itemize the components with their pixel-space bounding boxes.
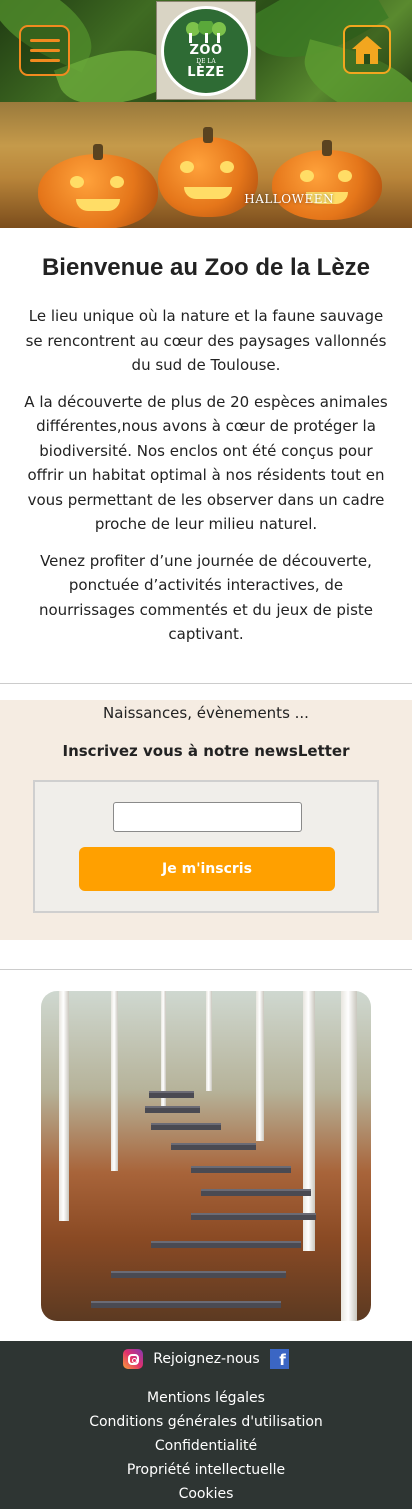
subscribe-button[interactable]: Je m'inscris (79, 847, 335, 891)
section-divider (0, 969, 412, 970)
pumpkin-image (158, 127, 258, 217)
hamburger-menu-icon (29, 39, 60, 42)
footer-link-cookies[interactable]: Cookies (179, 1486, 234, 1502)
logo-text-main: ZOO (189, 43, 223, 58)
home-button[interactable] (343, 25, 391, 74)
footer-link-propriete-intellectuelle[interactable]: Propriété intellectuelle (127, 1462, 285, 1478)
footer-link-mentions-legales[interactable]: Mentions légales (147, 1390, 265, 1406)
section-divider (0, 683, 412, 684)
footer-link-confidentialite[interactable]: Confidentialité (155, 1438, 257, 1454)
intro-paragraph: Le lieu unique où la nature et la faune … (25, 307, 387, 374)
newsletter-title: Inscrivez vous à notre newsLetter (62, 742, 350, 760)
site-footer: Rejoignez-nous f Mentions légales Condit… (0, 1341, 412, 1509)
site-header: ZOO DE LA LÈZE (0, 0, 412, 102)
instagram-icon[interactable] (123, 1349, 144, 1369)
social-label: Rejoignez-nous (153, 1351, 260, 1367)
intro-paragraph: Venez profiter d’une journée de découver… (38, 551, 373, 644)
intro-paragraph: A la découverte de plus de 20 espèces an… (24, 392, 388, 534)
newsletter-kicker: Naissances, évènements ... (103, 704, 309, 722)
logo-emblem: ZOO DE LA LÈZE (161, 5, 251, 96)
hamburger-menu-button[interactable] (19, 25, 70, 76)
facebook-icon[interactable]: f (269, 1349, 289, 1369)
social-bar: Rejoignez-nous f (0, 1349, 412, 1369)
hamburger-menu-icon (29, 49, 60, 52)
forest-path-photo (41, 991, 371, 1321)
banner-caption: HALLOWEEN (244, 192, 334, 206)
zoo-logo[interactable]: ZOO DE LA LÈZE (156, 1, 256, 100)
logo-animals-icon (186, 21, 226, 43)
newsletter-section: Naissances, évènements ... Inscrivez vou… (0, 700, 412, 940)
footer-link-cgu[interactable]: Conditions générales d'utilisation (89, 1414, 323, 1430)
pumpkin-image (38, 144, 158, 228)
email-field[interactable] (113, 802, 302, 832)
logo-text-small: DE LA (196, 58, 216, 65)
page-title: Bienvenue au Zoo de la Lèze (41, 254, 371, 281)
pumpkin-image (272, 140, 382, 220)
newsletter-form: Je m'inscris (33, 780, 379, 913)
intro-section: Bienvenue au Zoo de la Lèze Le lieu uniq… (0, 228, 412, 659)
hamburger-menu-icon (29, 59, 60, 62)
footer-links: Mentions légales Conditions générales d'… (0, 1386, 412, 1506)
home-icon (352, 35, 382, 64)
halloween-banner: HALLOWEEN (0, 102, 412, 228)
logo-text-name: LÈZE (187, 65, 225, 80)
